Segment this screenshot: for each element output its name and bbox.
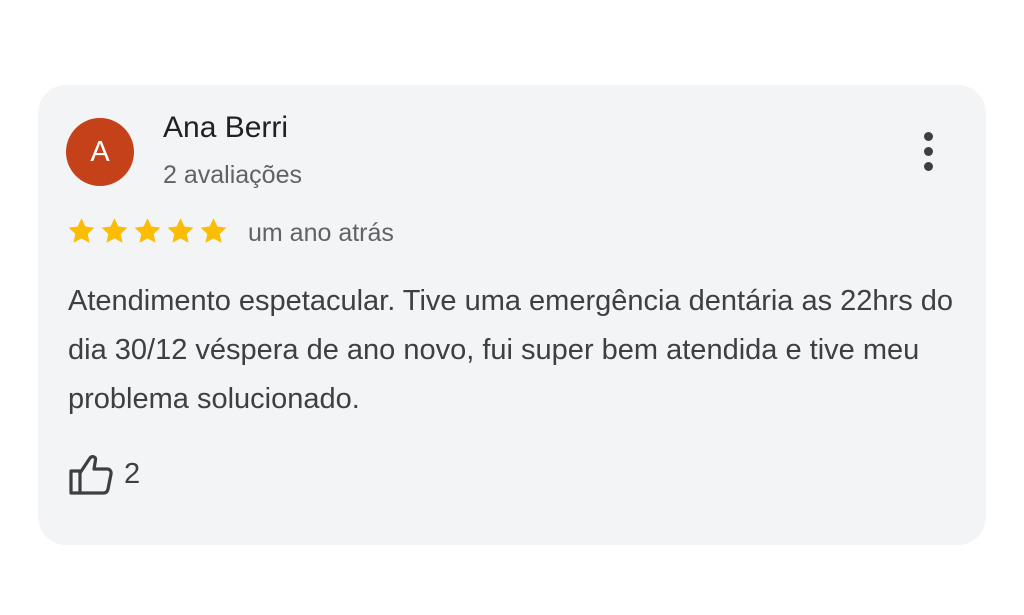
review-date: um ano atrás — [248, 219, 394, 247]
star-icon — [200, 218, 227, 243]
star-icon — [101, 218, 128, 243]
avatar[interactable]: A — [66, 118, 134, 186]
reviewer-review-count: 2 avaliações — [163, 161, 302, 189]
review-card: A Ana Berri 2 avaliações um ano atrás At… — [38, 85, 986, 545]
star-icon — [68, 218, 95, 243]
like-button[interactable]: 2 — [68, 452, 140, 496]
star-icon — [134, 218, 161, 243]
like-count: 2 — [124, 457, 141, 490]
more-options-button[interactable] — [910, 125, 946, 177]
star-icon — [167, 218, 194, 243]
reviewer-name[interactable]: Ana Berri — [163, 111, 288, 145]
page: A Ana Berri 2 avaliações um ano atrás At… — [0, 0, 1024, 615]
thumbs-up-icon — [69, 455, 113, 495]
star-rating — [66, 216, 229, 246]
more-vert-icon — [923, 131, 933, 141]
review-text: Atendimento espetacular. Tive uma emergê… — [68, 285, 954, 415]
